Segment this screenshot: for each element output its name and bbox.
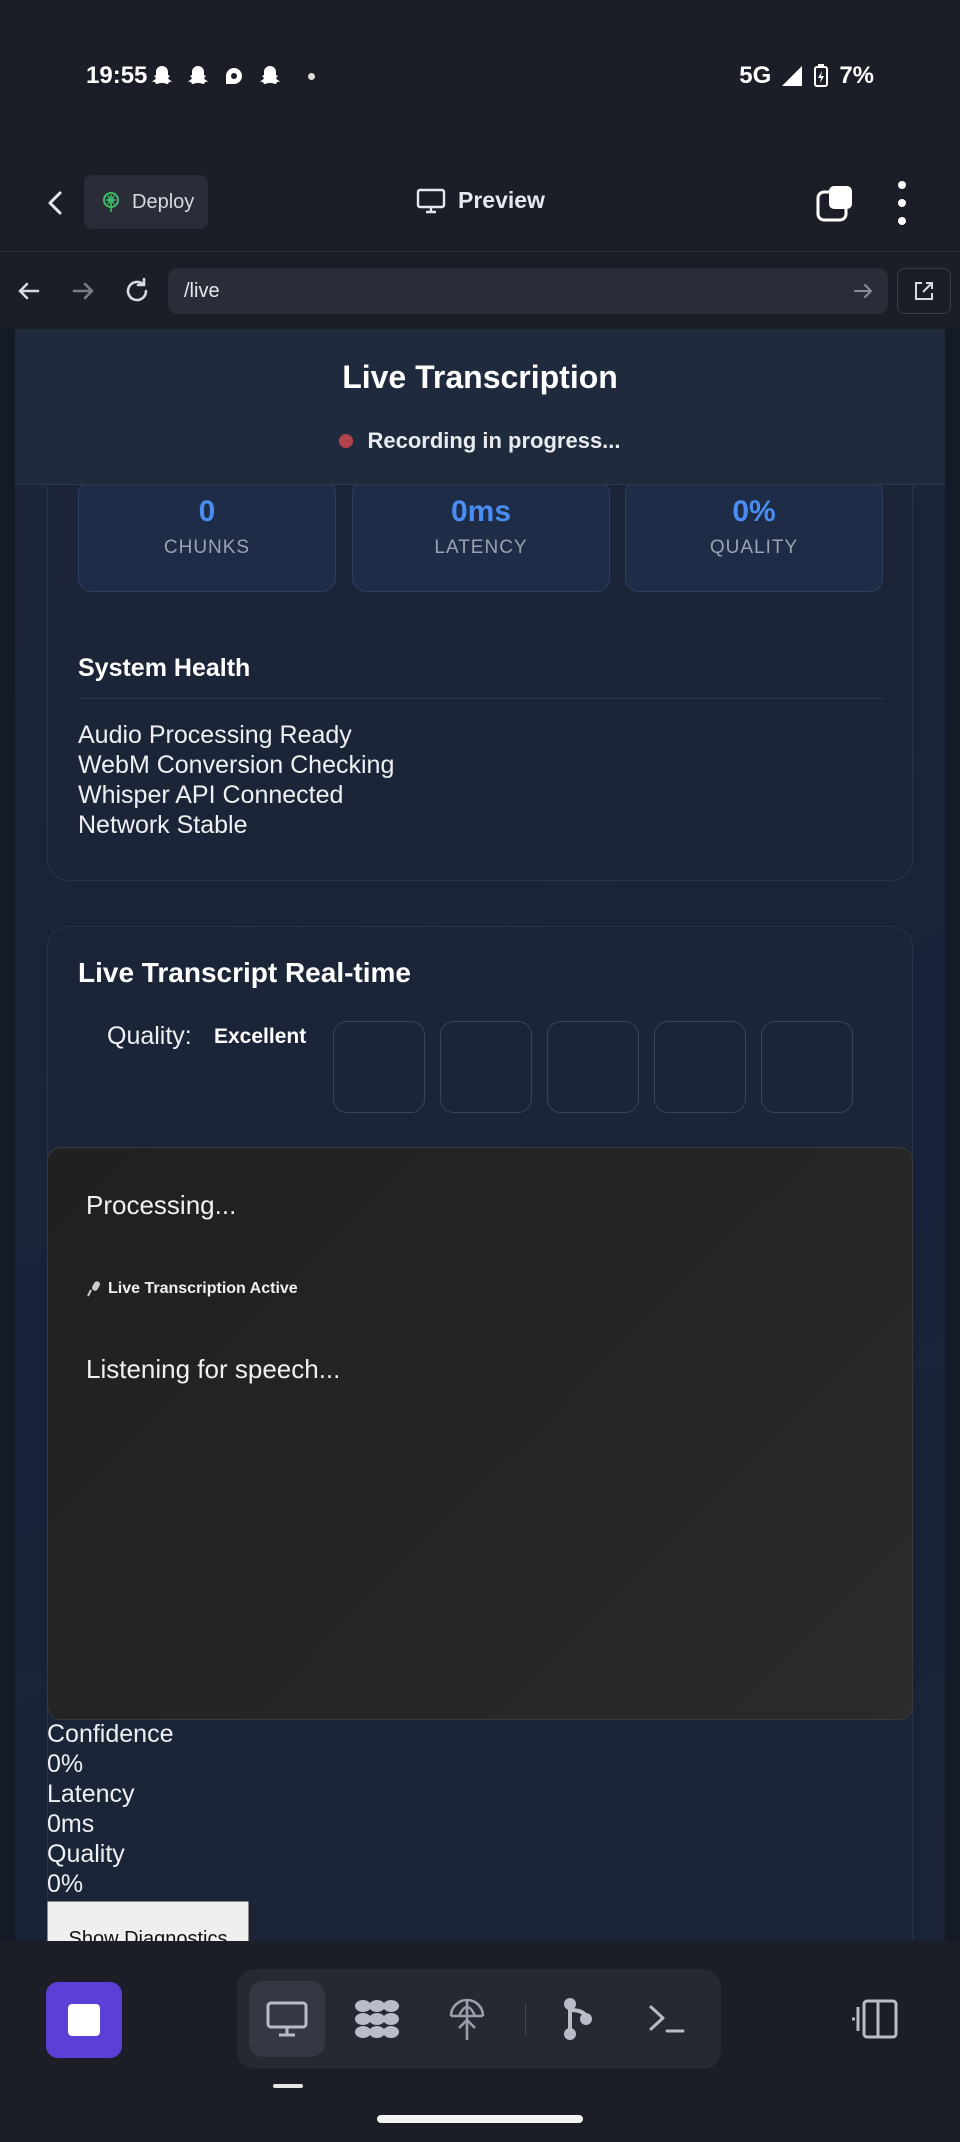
show-diagnostics-button[interactable]: Show Diagnostics <box>47 1901 249 1941</box>
deploy-label: Deploy <box>132 190 195 213</box>
stat-card-chunks: 0 CHUNKS <box>78 480 336 592</box>
divider <box>525 2003 526 2035</box>
stat-card-quality: 0% QUALITY <box>625 480 883 592</box>
shell-icon <box>649 2005 685 2033</box>
metric-label: Latency <box>47 1780 135 1808</box>
tool-group <box>237 1969 721 2069</box>
stat-value: 0 <box>198 495 216 528</box>
live-active-text: Live Transcription Active <box>108 1280 298 1297</box>
stat-value: 0ms <box>450 495 512 528</box>
more-notifications-dot <box>308 72 315 80</box>
agents-tool[interactable] <box>339 1981 415 2057</box>
signal-icon <box>782 66 803 86</box>
web-preview: Live Transcription Recording in progress… <box>0 329 960 1941</box>
snapchat-icon <box>260 66 280 84</box>
browser-bar: /live <box>0 251 960 329</box>
recording-status-text: Recording in progress... <box>367 428 621 453</box>
metrics-list: Confidence 0% Latency 0ms Quality 0% <box>47 1719 173 1899</box>
health-item: Audio Processing Ready <box>78 721 352 749</box>
metric-value: 0ms <box>47 1810 95 1838</box>
battery-level: 7% <box>839 62 874 89</box>
health-item: Network Stable <box>78 811 248 839</box>
system-health-list: Audio Processing Ready WebM Conversion C… <box>78 720 394 840</box>
deploy-icon <box>449 1998 485 2040</box>
external-link-icon <box>915 282 933 300</box>
recording-status: Recording in progress... <box>15 428 945 454</box>
system-health-title: System Health <box>78 654 251 682</box>
more-options-icon[interactable] <box>890 181 914 225</box>
reload-icon[interactable] <box>122 276 152 306</box>
agents-icon <box>355 2000 399 2038</box>
metric-value: 0% <box>47 1750 84 1778</box>
go-arrow-icon[interactable] <box>852 280 874 302</box>
metric-label: Confidence <box>47 1720 174 1748</box>
toggle-panel-icon[interactable] <box>850 1997 900 2041</box>
metric-label: Quality <box>47 1840 125 1868</box>
preview-tool[interactable] <box>249 1981 325 2057</box>
notification-icons <box>150 64 315 88</box>
browser-back-icon[interactable] <box>14 276 44 306</box>
microphone-icon <box>87 1281 100 1297</box>
live-active-label: Live Transcription Active <box>86 1280 298 1298</box>
preview-icon <box>266 2001 308 2037</box>
listening-text: Listening for speech... <box>86 1354 341 1384</box>
stat-label: CHUNKS <box>163 537 251 558</box>
deploy-icon <box>103 192 119 212</box>
stop-icon <box>68 2004 100 2036</box>
quality-bar-box <box>333 1021 425 1113</box>
network-label: 5G <box>739 62 772 89</box>
status-time: 19:55 <box>86 62 148 89</box>
transcript-title: Live Transcript Real-time <box>78 957 412 988</box>
preview-label: Preview <box>458 187 545 213</box>
quality-bar-box <box>440 1021 532 1113</box>
stat-card-latency: 0ms LATENCY <box>352 480 610 592</box>
snapchat-icon <box>152 66 172 84</box>
quality-bar-box <box>761 1021 853 1113</box>
status-right: 5G 7% <box>739 62 874 90</box>
browser-forward-icon[interactable] <box>68 276 98 306</box>
shell-tool[interactable] <box>629 1981 705 2057</box>
monitor-icon <box>416 188 446 213</box>
live-header: Live Transcription Recording in progress… <box>15 329 945 485</box>
live-page: Live Transcription Recording in progress… <box>15 329 945 1941</box>
page-title: Live Transcription <box>342 359 618 395</box>
metric-value: 0% <box>47 1870 84 1898</box>
home-indicator[interactable] <box>377 2115 583 2123</box>
divider <box>78 698 884 699</box>
threads-icon <box>226 68 242 84</box>
open-external-button[interactable] <box>897 268 951 314</box>
processing-text: Processing... <box>86 1190 237 1220</box>
health-item: Whisper API Connected <box>78 781 344 809</box>
snapchat-icon <box>188 66 208 84</box>
bottom-toolbar <box>0 1941 960 2142</box>
git-tool[interactable] <box>539 1981 615 2057</box>
tabs-icon[interactable] <box>815 183 855 223</box>
battery-icon <box>814 64 829 87</box>
recording-dot-icon <box>339 434 354 448</box>
preview-title: Preview <box>416 187 545 214</box>
url-input[interactable]: /live <box>168 268 888 314</box>
active-tool-indicator <box>273 2084 303 2088</box>
stat-label: LATENCY <box>434 537 528 558</box>
stop-button[interactable] <box>46 1982 122 2058</box>
git-icon <box>564 1998 592 2040</box>
transcript-output: Processing... Live Transcription Active … <box>47 1147 913 1720</box>
url-text: /live <box>184 279 220 302</box>
health-item: WebM Conversion Checking <box>78 751 395 779</box>
status-bar: 19:55 5G 7% <box>0 0 960 155</box>
back-icon[interactable] <box>40 187 72 219</box>
stat-label: QUALITY <box>709 537 799 558</box>
quality-bar-box <box>547 1021 639 1113</box>
quality-label: Quality: <box>107 1022 192 1050</box>
app-header: Deploy Preview <box>0 155 960 251</box>
quality-bar-box <box>654 1021 746 1113</box>
quality-value: Excellent <box>214 1025 307 1048</box>
stat-value: 0% <box>732 495 776 528</box>
deploy-tool[interactable] <box>429 1981 505 2057</box>
deploy-button[interactable]: Deploy <box>84 175 208 229</box>
